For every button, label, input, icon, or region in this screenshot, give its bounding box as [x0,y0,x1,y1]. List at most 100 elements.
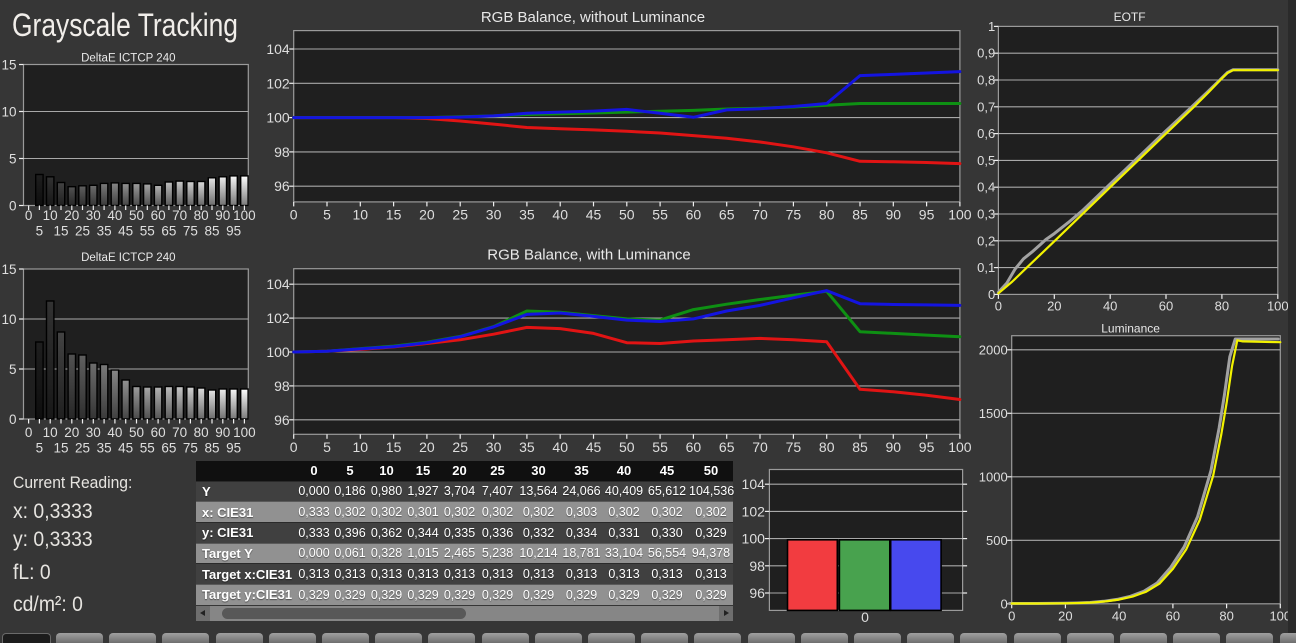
svg-text:0,5: 0,5 [977,153,995,168]
svg-text:50: 50 [129,425,144,440]
svg-text:40: 40 [552,439,568,455]
svg-text:90: 90 [886,439,902,455]
svg-text:25: 25 [75,441,90,456]
svg-text:10: 10 [43,208,58,223]
svg-text:35: 35 [519,439,535,455]
svg-text:100: 100 [1267,299,1289,314]
svg-text:45: 45 [586,207,602,223]
svg-text:80: 80 [819,439,835,455]
svg-text:95: 95 [919,439,935,455]
svg-text:5: 5 [323,439,331,455]
svg-text:90: 90 [215,425,230,440]
svg-text:102: 102 [742,503,766,519]
svg-text:20: 20 [419,439,435,455]
svg-text:1: 1 [988,19,995,34]
svg-text:100: 100 [233,208,256,223]
svg-text:30: 30 [86,208,101,223]
svg-text:20: 20 [1047,299,1061,314]
svg-text:0: 0 [25,425,33,440]
svg-text:104: 104 [742,476,766,492]
svg-text:55: 55 [652,439,668,455]
svg-text:85: 85 [204,441,219,456]
svg-text:55: 55 [140,441,155,456]
svg-text:30: 30 [486,207,502,223]
svg-text:80: 80 [1215,299,1229,314]
svg-text:65: 65 [719,439,735,455]
svg-text:45: 45 [118,224,133,239]
svg-text:0: 0 [9,412,17,427]
svg-text:60: 60 [686,207,702,223]
svg-text:75: 75 [183,441,198,456]
svg-text:0,2: 0,2 [977,233,995,248]
svg-text:30: 30 [86,425,101,440]
svg-text:102: 102 [266,310,290,326]
svg-text:102: 102 [266,75,290,91]
svg-text:15: 15 [53,441,68,456]
svg-text:0: 0 [290,439,298,455]
svg-text:70: 70 [752,207,768,223]
svg-text:0: 0 [290,207,298,223]
svg-text:5: 5 [323,207,331,223]
svg-text:45: 45 [118,441,133,456]
svg-text:35: 35 [97,441,112,456]
svg-text:50: 50 [619,439,635,455]
svg-text:25: 25 [452,207,468,223]
svg-text:60: 60 [151,425,166,440]
svg-text:10: 10 [1,105,16,120]
svg-text:100: 100 [266,344,290,360]
svg-text:55: 55 [652,207,668,223]
svg-text:95: 95 [919,207,935,223]
svg-text:104: 104 [266,276,290,292]
svg-text:1000: 1000 [979,469,1008,484]
svg-text:96: 96 [274,178,290,194]
svg-text:75: 75 [786,207,802,223]
svg-text:98: 98 [274,144,290,160]
svg-text:0: 0 [25,208,33,223]
svg-text:20: 20 [64,425,79,440]
svg-text:0: 0 [9,199,17,214]
svg-text:70: 70 [172,425,187,440]
svg-text:0,1: 0,1 [977,260,995,275]
svg-text:10: 10 [353,439,369,455]
svg-text:0: 0 [861,609,869,625]
svg-text:15: 15 [53,224,68,239]
svg-text:95: 95 [226,224,241,239]
svg-text:5: 5 [36,441,44,456]
svg-text:85: 85 [204,224,219,239]
svg-text:100: 100 [233,425,256,440]
svg-text:98: 98 [749,558,765,574]
svg-text:100: 100 [1269,609,1291,624]
svg-text:75: 75 [786,439,802,455]
svg-text:15: 15 [386,207,402,223]
svg-text:500: 500 [986,533,1008,548]
svg-text:15: 15 [1,262,16,277]
svg-text:0,8: 0,8 [977,73,995,88]
svg-text:90: 90 [886,207,902,223]
svg-text:0,9: 0,9 [977,46,995,61]
svg-text:2000: 2000 [979,342,1008,357]
svg-text:98: 98 [274,378,290,394]
svg-text:100: 100 [742,531,766,547]
svg-text:96: 96 [274,412,290,428]
svg-text:10: 10 [1,312,16,327]
svg-text:80: 80 [194,425,209,440]
svg-text:5: 5 [9,152,17,167]
svg-text:5: 5 [9,362,17,377]
svg-text:25: 25 [75,224,90,239]
svg-text:50: 50 [129,208,144,223]
svg-text:65: 65 [719,207,735,223]
svg-text:10: 10 [353,207,369,223]
svg-text:EOTF: EOTF [1114,10,1146,24]
svg-text:60: 60 [686,439,702,455]
svg-text:0: 0 [1008,609,1015,624]
svg-text:35: 35 [97,224,112,239]
svg-text:DeltaE ICTCP 240: DeltaE ICTCP 240 [81,252,175,264]
svg-text:RGB Balance, without Luminance: RGB Balance, without Luminance [481,9,705,26]
svg-text:0,6: 0,6 [977,126,995,141]
svg-text:75: 75 [183,224,198,239]
svg-text:50: 50 [619,207,635,223]
svg-text:0: 0 [1000,596,1007,611]
svg-text:20: 20 [419,207,435,223]
svg-text:30: 30 [486,439,502,455]
svg-text:15: 15 [386,439,402,455]
